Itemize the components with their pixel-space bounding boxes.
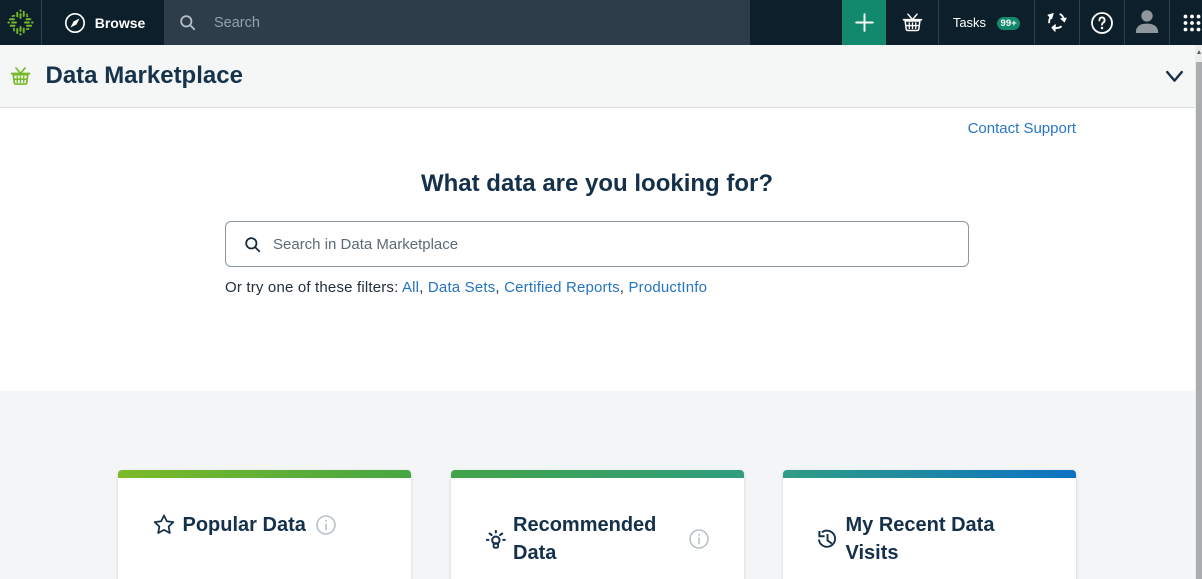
popular-data-card[interactable]: Popular Data — [118, 470, 411, 579]
filter-link-all[interactable]: All — [402, 279, 419, 296]
help-icon — [1090, 11, 1114, 35]
card-title: My Recent Data Visits — [846, 511, 1012, 567]
marketplace-search-box[interactable] — [225, 221, 969, 267]
search-icon — [178, 13, 197, 32]
browse-label: Browse — [95, 15, 146, 31]
global-search-input[interactable] — [214, 15, 614, 31]
page-header: Data Marketplace — [0, 45, 1202, 108]
filters-row: Or try one of these filters: All, Data S… — [225, 279, 969, 296]
data-basket-button[interactable] — [886, 0, 938, 45]
filter-link-certified-reports[interactable]: Certified Reports — [504, 279, 620, 296]
filters-prefix: Or try one of these filters: — [225, 279, 398, 296]
cards-section: Popular Data — [0, 391, 1202, 579]
workflow-arrows-icon — [1045, 11, 1069, 35]
global-search[interactable] — [164, 0, 750, 45]
search-icon — [243, 235, 262, 254]
apps-menu-button[interactable] — [1169, 0, 1202, 45]
collibra-logo-icon — [7, 9, 34, 36]
lightbulb-icon — [486, 530, 506, 549]
browse-button[interactable]: Browse — [42, 0, 164, 45]
comma: , — [620, 279, 624, 296]
card-accent-strip — [118, 470, 411, 478]
create-button[interactable] — [842, 0, 886, 45]
marketplace-basket-icon — [10, 67, 31, 86]
tasks-button[interactable]: Tasks 99+ — [938, 0, 1034, 45]
page-title: Data Marketplace — [46, 62, 243, 90]
workflows-button[interactable] — [1034, 0, 1079, 45]
card-title: Popular Data — [183, 511, 306, 539]
top-navigation-bar: Browse Tasks 99+ — [0, 0, 1202, 45]
user-avatar-button[interactable] — [1124, 0, 1169, 45]
recent-visits-card[interactable]: My Recent Data Visits — [783, 470, 1076, 579]
card-accent-strip — [783, 470, 1076, 478]
hero-section: Contact Support What data are you lookin… — [0, 108, 1202, 391]
collapse-header-button[interactable] — [1165, 69, 1184, 84]
avatar-icon — [1133, 10, 1161, 33]
comma: , — [419, 279, 423, 296]
apps-grid-icon — [1183, 14, 1201, 32]
info-icon[interactable] — [689, 529, 709, 549]
plus-icon — [854, 12, 875, 33]
recommended-data-card[interactable]: Recommended Data — [451, 470, 744, 579]
filter-link-data-sets[interactable]: Data Sets — [428, 279, 496, 296]
topbar-spacer — [750, 0, 842, 45]
collibra-logo[interactable] — [0, 0, 42, 45]
chevron-down-icon — [1165, 69, 1184, 84]
filter-link-productinfo[interactable]: ProductInfo — [628, 279, 707, 296]
tasks-label: Tasks — [953, 15, 986, 30]
card-accent-strip — [451, 470, 744, 478]
basket-icon — [902, 13, 923, 33]
scrollbar-up-arrow[interactable] — [1197, 50, 1201, 54]
vertical-scrollbar[interactable] — [1195, 45, 1202, 579]
contact-support-link[interactable]: Contact Support — [968, 120, 1076, 137]
history-icon — [818, 529, 838, 549]
compass-icon — [64, 12, 86, 34]
marketplace-search-input[interactable] — [273, 236, 968, 253]
hero-heading: What data are you looking for? — [118, 168, 1076, 200]
scrollbar-thumb[interactable] — [1196, 62, 1202, 579]
help-button[interactable] — [1079, 0, 1124, 45]
info-icon[interactable] — [316, 515, 336, 535]
comma: , — [495, 279, 499, 296]
star-icon — [153, 514, 175, 536]
tasks-count-badge: 99+ — [997, 17, 1020, 30]
card-title: Recommended Data — [513, 511, 679, 567]
